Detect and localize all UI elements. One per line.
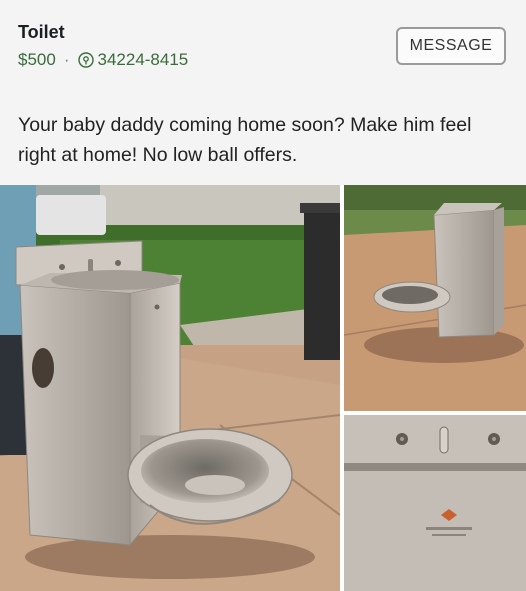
photo-side-view-image <box>344 185 526 411</box>
photo-side-view[interactable] <box>344 185 526 411</box>
location-code: 34224-8415 <box>97 50 189 69</box>
photo-closeup-image <box>344 415 526 591</box>
photo-main[interactable] <box>0 185 340 591</box>
listing-description: Your baby daddy coming home soon? Make h… <box>18 114 472 166</box>
listing-title: Toilet <box>18 22 65 42</box>
message-button[interactable]: MESSAGE <box>396 27 506 65</box>
photo-closeup[interactable] <box>344 415 526 591</box>
listing-meta: $500 · 34224-8415 <box>18 50 188 70</box>
listing-price: $500 <box>18 50 56 69</box>
photo-gallery <box>0 185 526 591</box>
photo-main-image <box>0 185 340 591</box>
listing-header: Toilet $500 · 34224-8415 MESSAGE Your ba… <box>0 0 526 185</box>
location-pin-icon <box>77 52 94 68</box>
meta-separator: · <box>63 50 70 69</box>
